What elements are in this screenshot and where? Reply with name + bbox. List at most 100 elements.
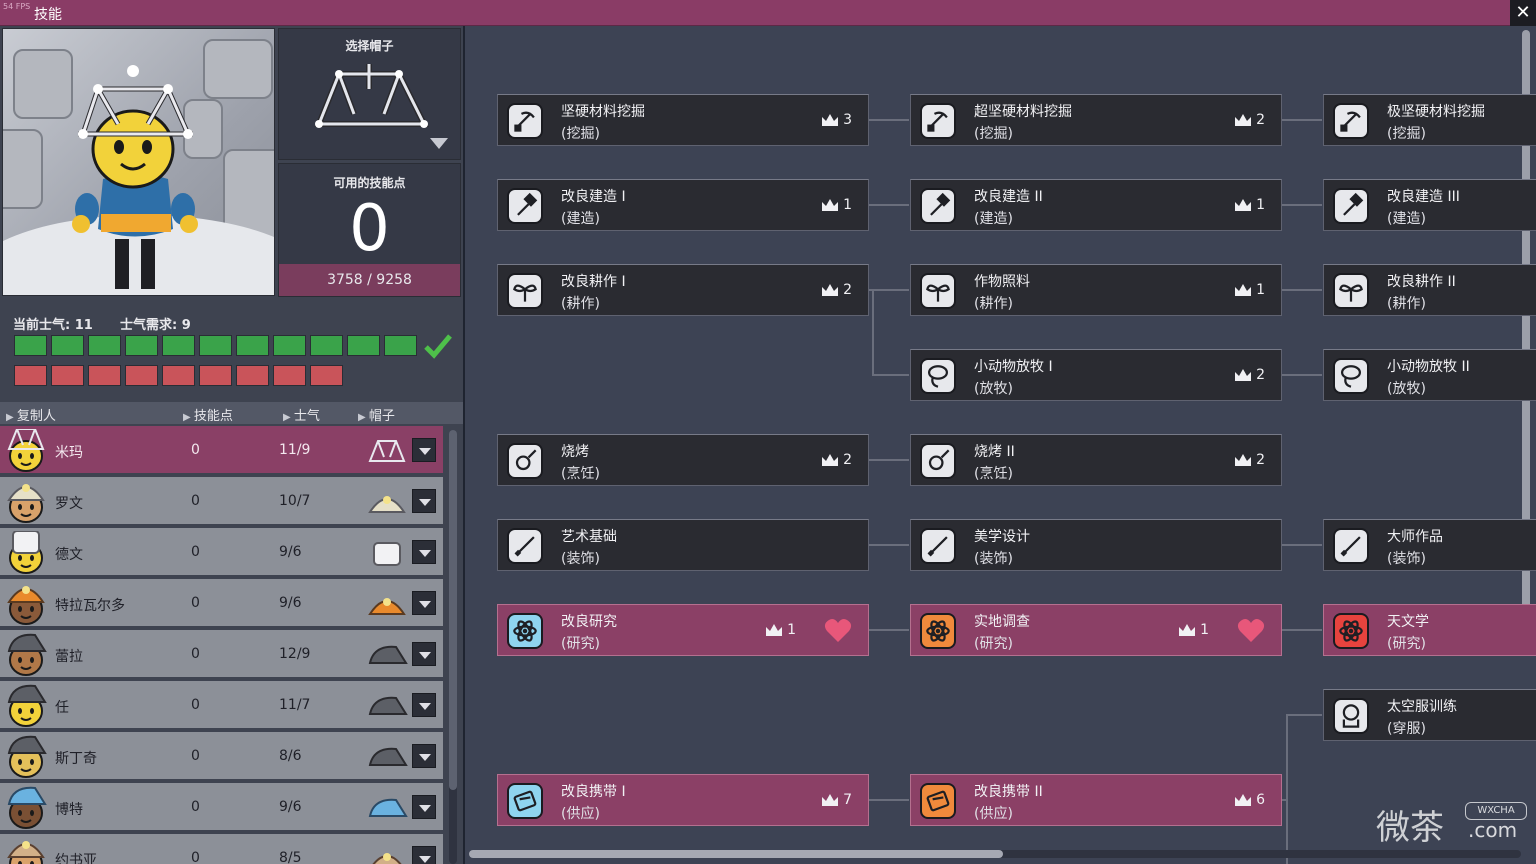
dupe-skill-points: 0 [191,799,200,815]
dupe-morale: 9/6 [279,544,302,560]
hat-dropdown-button[interactable] [412,591,436,615]
dupe-row[interactable]: 罗文 0 10/7 [0,477,443,526]
column-skill-points[interactable]: 技能点 [183,405,233,424]
skill-mastery-count-value: 7 [843,792,852,808]
skill-card[interactable]: 改良耕作 I (耕作) 2 [497,264,869,316]
skill-mastery-count: 2 [1235,112,1265,128]
skill-mastery-count-value: 1 [1256,282,1265,298]
dupe-row[interactable]: 德文 0 9/6 [0,528,443,577]
skill-sprout-icon [507,273,543,309]
hat-dropdown-button[interactable] [412,846,436,864]
skill-brush-icon [920,528,956,564]
crown-icon [1235,284,1252,296]
hat-dropdown-button[interactable] [412,693,436,717]
skill-atom-icon [1333,613,1369,649]
skill-card[interactable]: 实地调查 (研究) 1 [910,604,1282,656]
dupe-name: 约书亚 [55,853,97,864]
dupe-row[interactable]: 特拉瓦尔多 0 9/6 [0,579,443,628]
dupe-name: 任 [55,700,69,716]
morale-cell-current [310,335,343,356]
skill-name: 改良耕作 I [561,274,626,290]
skill-sprout-icon [920,273,956,309]
skill-sprout-icon [1333,273,1369,309]
skill-group: (供应) [561,806,600,822]
skill-card[interactable]: 改良耕作 II (耕作) [1323,264,1536,316]
skills-window: 54 FPS 技能 ✕ 选择帽子 可用的技能点 0 3758 / 9258 当前… [0,0,1536,864]
hat-selector[interactable]: 选择帽子 [278,28,461,160]
column-morale[interactable]: 士气 [283,405,320,424]
skill-card[interactable]: 烧烤 (烹饪) 2 [497,434,869,486]
dupe-row[interactable]: 斯丁奇 0 8/6 [0,732,443,781]
skill-card[interactable]: 小动物放牧 I (放牧) 2 [910,349,1282,401]
dupe-skill-points: 0 [191,442,200,458]
skill-card[interactable]: 改良研究 (研究) 1 [497,604,869,656]
morale-cell-current [199,335,232,356]
skill-mastery-count: 1 [1179,622,1209,638]
skill-card[interactable]: 小动物放牧 II (放牧) [1323,349,1536,401]
skill-group: (放牧) [974,381,1013,397]
skill-card[interactable]: 大师作品 (装饰) [1323,519,1536,571]
dupe-row[interactable]: 米玛 0 11/9 [0,426,443,475]
dupe-hat-icon [368,496,406,513]
skill-card[interactable]: 太空服训练 (穿服) [1323,689,1536,741]
dupe-row[interactable]: 博特 0 9/6 [0,783,443,832]
hat-dropdown-button[interactable] [412,795,436,819]
skill-mastery-count: 7 [822,792,852,808]
skill-name: 作物照料 [974,274,1030,290]
hat-dropdown-button[interactable] [412,438,436,462]
skill-group: (装饰) [974,551,1013,567]
morale-cell-current [51,335,84,356]
hat-dropdown-button[interactable] [412,489,436,513]
skill-name: 改良耕作 II [1387,274,1456,290]
skill-card[interactable]: 美学设计 (装饰) [910,519,1282,571]
dupe-skill-points: 0 [191,544,200,560]
skill-card[interactable]: 改良携带 II (供应) 6 [910,774,1282,826]
skill-card[interactable]: 改良建造 II (建造) 1 [910,179,1282,231]
dupe-row[interactable]: 蕾拉 0 12/9 [0,630,443,679]
chevron-down-icon[interactable] [430,138,448,149]
skill-mastery-count: 3 [822,112,852,128]
dupe-hat-icon [368,440,406,462]
watermark-text: 微茶 [1376,808,1444,848]
skill-mastery-count-value: 1 [1256,197,1265,213]
skill-card[interactable]: 改良携带 I (供应) 7 [497,774,869,826]
dupe-row[interactable]: 约书亚 0 8/5 [0,834,443,864]
skill-card[interactable]: 作物照料 (耕作) 1 [910,264,1282,316]
skill-card[interactable]: 超坚硬材料挖掘 (挖掘) 2 [910,94,1282,146]
dupe-avatar [9,531,43,574]
hat-dropdown-button[interactable] [412,642,436,666]
skill-card[interactable]: 改良建造 I (建造) 1 [497,179,869,231]
skill-tree: 坚硬材料挖掘 (挖掘) 3 超坚硬材料挖掘 (挖掘) 2 极坚硬材料挖掘 (挖掘) 改良建造 I… [465,26,1536,864]
dupe-character-icon [72,65,198,289]
morale-cell-required [162,365,195,386]
skill-mastery-count-value: 6 [1256,792,1265,808]
hat-dropdown-button[interactable] [412,540,436,564]
skill-hammer-icon [1333,188,1369,224]
skill-card[interactable]: 极坚硬材料挖掘 (挖掘) [1323,94,1536,146]
skill-card[interactable]: 艺术基础 (装饰) [497,519,869,571]
skill-brush-icon [1333,528,1369,564]
skill-mastery-count-value: 2 [1256,452,1265,468]
skill-card[interactable]: 烧烤 II (烹饪) 2 [910,434,1282,486]
column-hat[interactable]: 帽子 [358,405,395,424]
skill-card[interactable]: 改良建造 III (建造) [1323,179,1536,231]
fps-counter: 54 FPS [3,2,31,11]
skill-group: (放牧) [1387,381,1426,397]
dupe-morale: 8/5 [279,850,302,864]
skill-name: 小动物放牧 II [1387,359,1470,375]
skill-name: 改良建造 II [974,189,1043,205]
dupe-list-scrollbar[interactable] [449,430,457,864]
dupe-row[interactable]: 任 0 11/7 [0,681,443,730]
morale-panel: 当前士气: 11 士气需求: 9 [0,301,463,401]
column-dupe[interactable]: 复制人 [6,405,56,424]
skill-card[interactable]: 坚硬材料挖掘 (挖掘) 3 [497,94,869,146]
close-button[interactable]: ✕ [1510,0,1536,26]
dupe-avatar [7,841,45,864]
hat-dropdown-button[interactable] [412,744,436,768]
skill-tree-horizontal-scrollbar[interactable] [469,850,1521,858]
skill-mastery-count-value: 2 [1256,367,1265,383]
dupe-list: 米玛 0 11/9 罗文 0 10/7 德文 0 9/6 特拉瓦尔多 0 9/6 蕾拉 0 12/9 任 0 11… [0,426,445,864]
skill-card[interactable]: 天文学 (研究) [1323,604,1536,656]
morale-cell-current [162,335,195,356]
dupe-hat-icon [368,696,408,715]
